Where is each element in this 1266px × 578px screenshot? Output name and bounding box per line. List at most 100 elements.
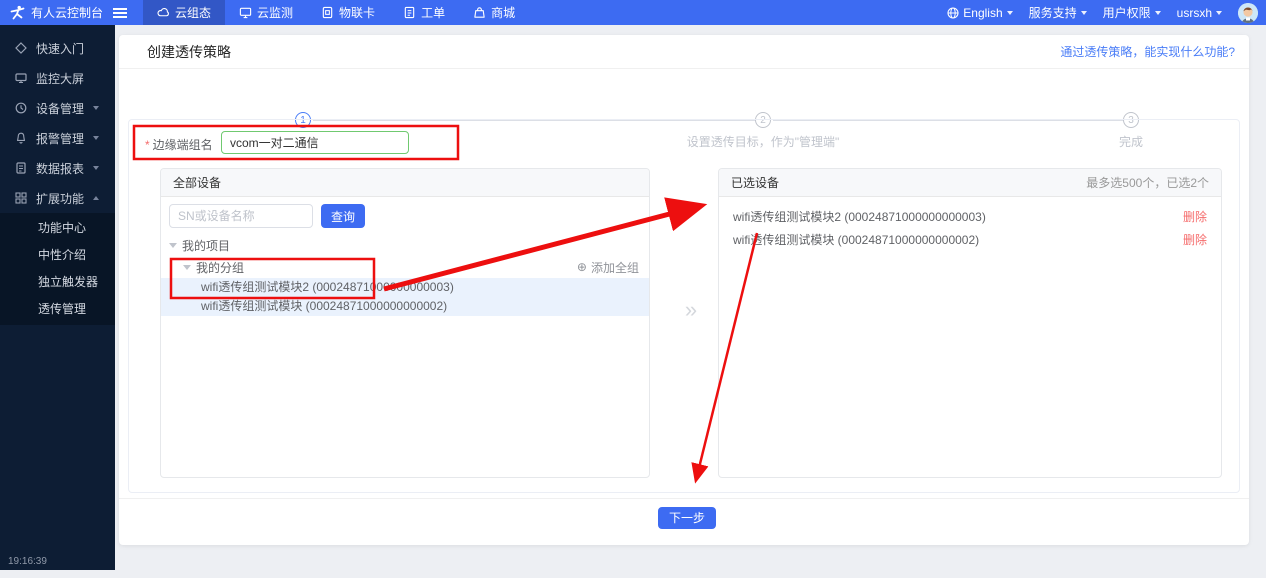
nav-tab-label: 商城 [491,4,515,21]
selected-devices-title: 已选设备 [731,174,779,191]
delete-button[interactable]: 删除 [1183,231,1207,248]
plus-circle-icon: ⊕ [577,260,587,274]
nav-tab-mall[interactable]: 商城 [459,0,529,25]
transfer-right-icon: » [669,297,713,323]
diamond-icon [15,42,27,54]
user-account-menu[interactable]: usrsxh [1177,6,1222,20]
nav-tab-label: 工单 [421,4,445,21]
sidebar-item-label: 数据报表 [36,160,84,177]
help-link[interactable]: 通过透传策略，能实现什么功能? [1060,43,1235,60]
tree-node-project[interactable]: 我的项目 [161,234,649,256]
nav-tab-cloud-monitor[interactable]: 云监测 [225,0,307,25]
chevron-down-icon [93,136,99,140]
language-label: English [963,6,1002,20]
all-devices-title: 全部设备 [173,174,221,191]
user-permission-label: 用户权限 [1103,4,1151,21]
language-switcher[interactable]: English [947,6,1012,20]
nav-tab-label: 云监测 [257,4,293,21]
cloud-icon [157,6,170,19]
grid-icon [15,192,27,204]
group-name-label: *边缘端组名 [145,136,213,153]
usr-logo-icon [10,5,25,20]
sidebar-subitem-independent-trigger[interactable]: 独立触发器 [0,269,115,296]
avatar[interactable] [1238,3,1258,23]
sidebar-item-device-management[interactable]: 设备管理 [0,93,115,123]
tree-expand-icon[interactable] [169,243,177,248]
sidebar-item-label: 设备管理 [36,100,84,117]
tree-group-label: 我的分组 [196,259,244,276]
search-button[interactable]: 查询 [321,204,365,228]
topbar-right: English 服务支持 用户权限 usrsxh [947,3,1266,23]
sidebar-item-data-report[interactable]: 数据报表 [0,153,115,183]
delete-button[interactable]: 删除 [1183,208,1207,225]
chevron-down-icon [1155,11,1161,15]
chevron-up-icon [93,196,99,200]
monitor-icon [239,6,252,19]
sidebar-item-extended-functions[interactable]: 扩展功能 [0,183,115,213]
device-icon [15,102,27,114]
selected-device-name: wifi透传组测试模块 (00024871000000000002) [733,231,979,248]
nav-tab-work-order[interactable]: 工单 [389,0,459,25]
globe-icon [947,7,959,19]
sidebar-clock: 19:16:39 [8,556,47,567]
sidebar-item-label: 监控大屏 [36,70,84,87]
sidebar-item-alarm-management[interactable]: 报警管理 [0,123,115,153]
sidebar-item-quick-start[interactable]: 快速入门 [0,33,115,63]
all-devices-panel: 全部设备 查询 我的项目 我的分组 ⊕ 添加全组 wifi透传组测试模块2 ( [160,168,650,478]
menu-toggle-icon[interactable] [113,6,127,20]
mall-icon [473,6,486,19]
device-tree-item[interactable]: wifi透传组测试模块 (00024871000000000002) [161,297,649,316]
sim-card-icon [321,6,334,19]
selected-devices-header: 已选设备 最多选500个，已选2个 [719,169,1221,197]
group-name-input[interactable] [221,131,409,154]
sidebar-submenu: 功能中心 中性介绍 独立触发器 透传管理 [0,213,115,325]
tree-node-group[interactable]: 我的分组 ⊕ 添加全组 [161,256,649,278]
sidebar-item-monitor-screen[interactable]: 监控大屏 [0,63,115,93]
device-tree-item[interactable]: wifi透传组测试模块2 (00024871000000000003) [161,278,649,297]
selected-device-name: wifi透传组测试模块2 (00024871000000000003) [733,208,986,225]
chevron-down-icon [1007,11,1013,15]
sidebar-item-label: 报警管理 [36,130,84,147]
username-label: usrsxh [1177,6,1212,20]
chevron-down-icon [1081,11,1087,15]
selected-device-row: wifi透传组测试模块2 (00024871000000000003) 删除 [719,205,1221,228]
report-icon [15,162,27,174]
all-devices-header: 全部设备 [161,169,649,197]
brand-title: 有人云控制台 [31,4,103,21]
tree-expand-icon[interactable] [183,265,191,270]
sidebar-item-label: 扩展功能 [36,190,84,207]
work-order-icon [403,6,416,19]
alarm-bell-icon [15,132,27,144]
nav-tab-iot-card[interactable]: 物联卡 [307,0,389,25]
required-mark: * [145,138,150,152]
selected-devices-panel: 已选设备 最多选500个，已选2个 wifi透传组测试模块2 (00024871… [718,168,1222,478]
nav-tabs: 云组态 云监测 物联卡 工单 [143,0,529,25]
topbar: 有人云控制台 云组态 云监测 物联卡 [0,0,1266,25]
screen-icon [15,72,27,84]
page-title: 创建透传策略 [147,42,231,62]
chevron-down-icon [93,166,99,170]
sidebar: 快速入门 监控大屏 设备管理 报警管理 数据报表 [0,25,115,570]
add-whole-group-button[interactable]: ⊕ 添加全组 [577,259,639,276]
avatar-image [1238,3,1258,23]
user-permission-menu[interactable]: 用户权限 [1103,4,1161,21]
next-step-button[interactable]: 下一步 [658,507,716,529]
brand: 有人云控制台 [0,4,103,21]
nav-tab-label: 云组态 [175,4,211,21]
selected-device-row: wifi透传组测试模块 (00024871000000000002) 删除 [719,228,1221,251]
device-search-input[interactable] [169,204,313,228]
sidebar-subitem-passthrough-management[interactable]: 透传管理 [0,296,115,323]
tree-project-label: 我的项目 [182,237,230,254]
sidebar-subitem-neutral-intro[interactable]: 中性介绍 [0,242,115,269]
main-card: 创建透传策略 通过透传策略，能实现什么功能? 1 2 3 选择一组"边缘端"设备… [119,35,1249,545]
nav-tab-label: 物联卡 [339,4,375,21]
stepper: 1 2 3 选择一组"边缘端"设备 设置透传目标，作为"管理端" 完成 [119,69,1249,119]
sidebar-item-label: 快速入门 [36,40,84,57]
nav-tab-cloud-config[interactable]: 云组态 [143,0,225,25]
sidebar-subitem-function-center[interactable]: 功能中心 [0,215,115,242]
selection-limit-text: 最多选500个，已选2个 [1086,174,1209,191]
service-support-label: 服务支持 [1029,4,1077,21]
service-support-menu[interactable]: 服务支持 [1029,4,1087,21]
device-search-row: 查询 [169,204,641,228]
chevron-down-icon [93,106,99,110]
